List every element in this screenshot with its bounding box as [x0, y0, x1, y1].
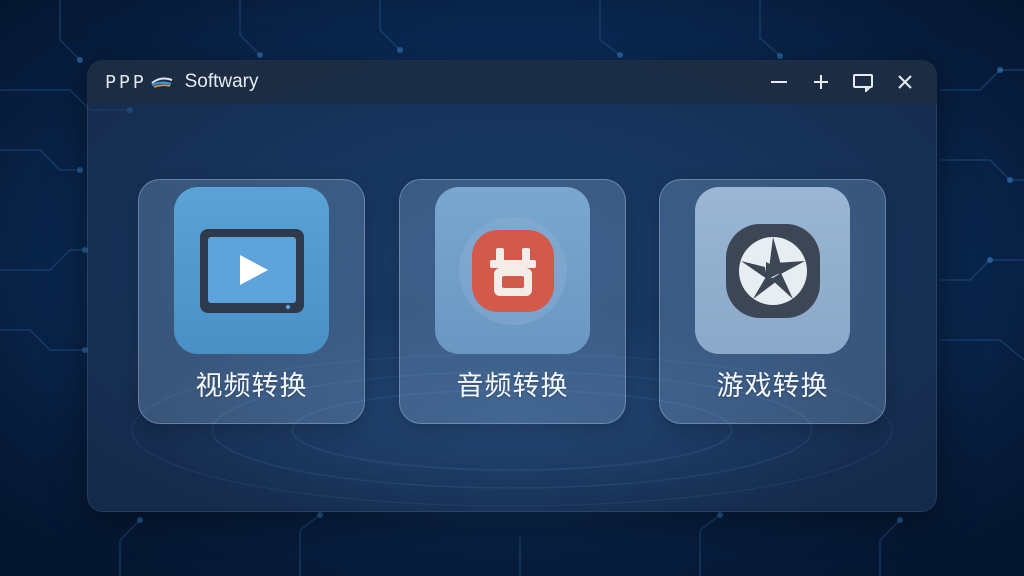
plus-icon [814, 75, 828, 89]
desktop-background: PPP Softwary 视频转换 音频转换 游戏转换 [0, 0, 1024, 576]
app-logo: PPP Softwary [105, 69, 259, 95]
app-window: PPP Softwary 视频转换 音频转换 游戏转换 [87, 60, 937, 512]
video-convert-card[interactable]: 视频转换 [138, 179, 365, 424]
minimize-icon [771, 81, 787, 83]
close-button[interactable] [887, 68, 923, 96]
close-icon [898, 75, 912, 89]
title-bar[interactable]: PPP Softwary [87, 60, 937, 104]
game-convert-label: 游戏转换 [716, 371, 829, 402]
game-icon-tile [695, 187, 850, 354]
audio-convert-card[interactable]: 音频转换 [399, 179, 626, 424]
game-convert-card[interactable]: 游戏转换 [659, 179, 886, 424]
logo-swoosh-icon [150, 77, 172, 88]
tablet-play-icon [199, 228, 304, 313]
video-icon-tile [174, 187, 329, 354]
window-pin-icon [853, 74, 873, 92]
audio-convert-label: 音频转换 [456, 371, 569, 402]
logo-text: PPP [105, 71, 147, 93]
plug-icon [458, 216, 567, 325]
window-controls [761, 68, 923, 96]
app-title: Softwary [184, 71, 259, 92]
maximize-button[interactable] [803, 68, 839, 96]
minimize-button[interactable] [761, 68, 797, 96]
video-convert-label: 视频转换 [195, 371, 308, 402]
aperture-play-icon [725, 223, 820, 318]
audio-icon-tile [435, 187, 590, 354]
main-content: 视频转换 音频转换 游戏转换 [87, 104, 937, 512]
pin-window-button[interactable] [845, 68, 881, 96]
